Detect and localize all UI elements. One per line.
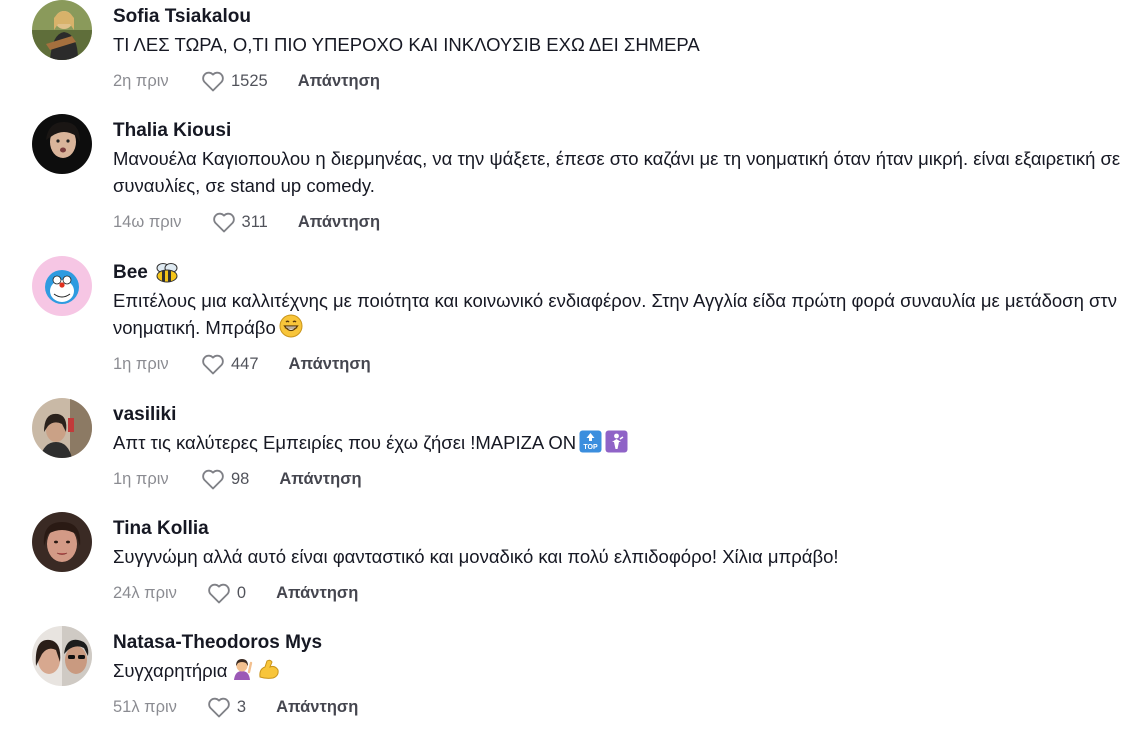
avatar[interactable] (32, 114, 92, 174)
heart-icon (202, 469, 224, 490)
username-text[interactable]: vasiliki (113, 403, 176, 427)
like-button[interactable]: 0 (207, 582, 246, 604)
comment-text: Συγχαρητήρια (113, 657, 1122, 684)
comment-username[interactable]: vasiliki (113, 403, 1122, 427)
heart-icon (202, 71, 224, 92)
comment-text: Μανουέλα Καγιοπουλου η διερμηνέας, να τη… (113, 148, 1126, 196)
top-arrow-icon: TOP (579, 430, 602, 453)
avatar[interactable] (32, 256, 92, 316)
comment-time: 24λ πριν (113, 583, 177, 602)
comment-username[interactable]: Thalia Kiousi (113, 119, 1122, 143)
grinning-face-icon (279, 314, 303, 338)
comment-username[interactable]: Tina Kollia (113, 517, 1122, 541)
comment-time: 51λ πριν (113, 697, 177, 716)
comment-text-content: Απτ τις καλύτερες Εμπειρίες που έχω ζήσε… (113, 432, 577, 453)
comment-time: 1η πριν (113, 354, 169, 373)
avatar[interactable] (32, 0, 92, 60)
woman-tipping-hand-icon (605, 430, 628, 453)
username-text[interactable]: Tina Kollia (113, 517, 209, 541)
comment-text: ΤΙ ΛΕΣ ΤΩΡΑ, Ο,ΤΙ ΠΙΟ ΥΠΕΡΟΧΟ ΚΑΙ ΙΝΚΛΟΥ… (113, 34, 700, 55)
comment-text-content: Συγχαρητήρια (113, 660, 228, 681)
heart-icon (202, 354, 224, 375)
username-text[interactable]: Thalia Kiousi (113, 119, 231, 143)
woman-raising-hand-icon (234, 659, 253, 680)
comment-username[interactable]: Sofia Tsiakalou (113, 5, 1122, 29)
heart-icon (208, 697, 230, 718)
comment-item: Thalia Kiousi Μανουέλα Καγιοπουλου η διε… (32, 114, 1122, 234)
username-text[interactable]: Sofia Tsiakalou (113, 5, 251, 29)
like-button[interactable]: 3 (207, 696, 246, 718)
reply-button[interactable]: Απάντηση (298, 213, 380, 232)
like-count: 3 (236, 697, 247, 716)
heart-icon (208, 583, 230, 604)
username-text[interactable]: Bee (113, 261, 148, 285)
comment-time: 1η πριν (113, 469, 169, 488)
like-count: 447 (231, 354, 259, 373)
comment-text: Επιτέλους μια καλλιτέχνης με ποιότητα κα… (113, 287, 1122, 341)
svg-text:TOP: TOP (583, 444, 598, 451)
reply-button[interactable]: Απάντηση (289, 355, 371, 374)
like-button[interactable]: 311 (212, 211, 268, 233)
like-button[interactable]: 98 (201, 468, 249, 490)
comment-item: vasiliki Απτ τις καλύτερες Εμπειρίες που… (32, 398, 1122, 518)
reply-button[interactable]: Απάντηση (276, 584, 358, 603)
bee-icon (156, 263, 178, 283)
comment-text: Απτ τις καλύτερες Εμπειρίες που έχω ζήσε… (113, 429, 1122, 456)
username-text[interactable]: Natasa-Theodoros Mys (113, 631, 322, 655)
like-count: 1525 (231, 71, 268, 90)
comment-item: Tina Kollia Συγγνώμη αλλά αυτό είναι φαν… (32, 512, 1122, 632)
comment-item: Natasa-Theodoros Mys Συγχαρητήρια 51λ πρ… (32, 626, 1122, 746)
reply-button[interactable]: Απάντηση (276, 698, 358, 717)
comment-username[interactable]: Natasa-Theodoros Mys (113, 631, 1122, 655)
comment-item: Bee Επιτέλους μια καλλιτέχνης με ποιότητ… (32, 256, 1122, 376)
like-count: 311 (241, 212, 268, 231)
avatar[interactable] (32, 398, 92, 458)
like-button[interactable]: 1525 (201, 70, 268, 92)
comment-text-content: Επιτέλους μια καλλιτέχνης με ποιότητα κα… (113, 290, 1123, 338)
like-count: 0 (236, 583, 247, 602)
like-count: 98 (231, 469, 250, 488)
avatar[interactable] (32, 626, 92, 686)
like-button[interactable]: 447 (201, 353, 259, 375)
flexed-biceps-icon (259, 659, 280, 679)
reply-button[interactable]: Απάντηση (298, 72, 380, 91)
reply-button[interactable]: Απάντηση (279, 470, 361, 489)
comment-item: Sofia Tsiakalou ΤΙ ΛΕΣ ΤΩΡΑ, Ο,ΤΙ ΠΙΟ ΥΠ… (32, 0, 1122, 120)
comment-time: 2η πριν (113, 71, 169, 90)
comment-text: Συγγνώμη αλλά αυτό είναι φανταστικό και … (113, 546, 839, 567)
avatar[interactable] (32, 512, 92, 572)
heart-icon (212, 212, 235, 233)
comment-username[interactable]: Bee (113, 261, 1122, 285)
comment-time: 14ω πριν (113, 212, 182, 231)
